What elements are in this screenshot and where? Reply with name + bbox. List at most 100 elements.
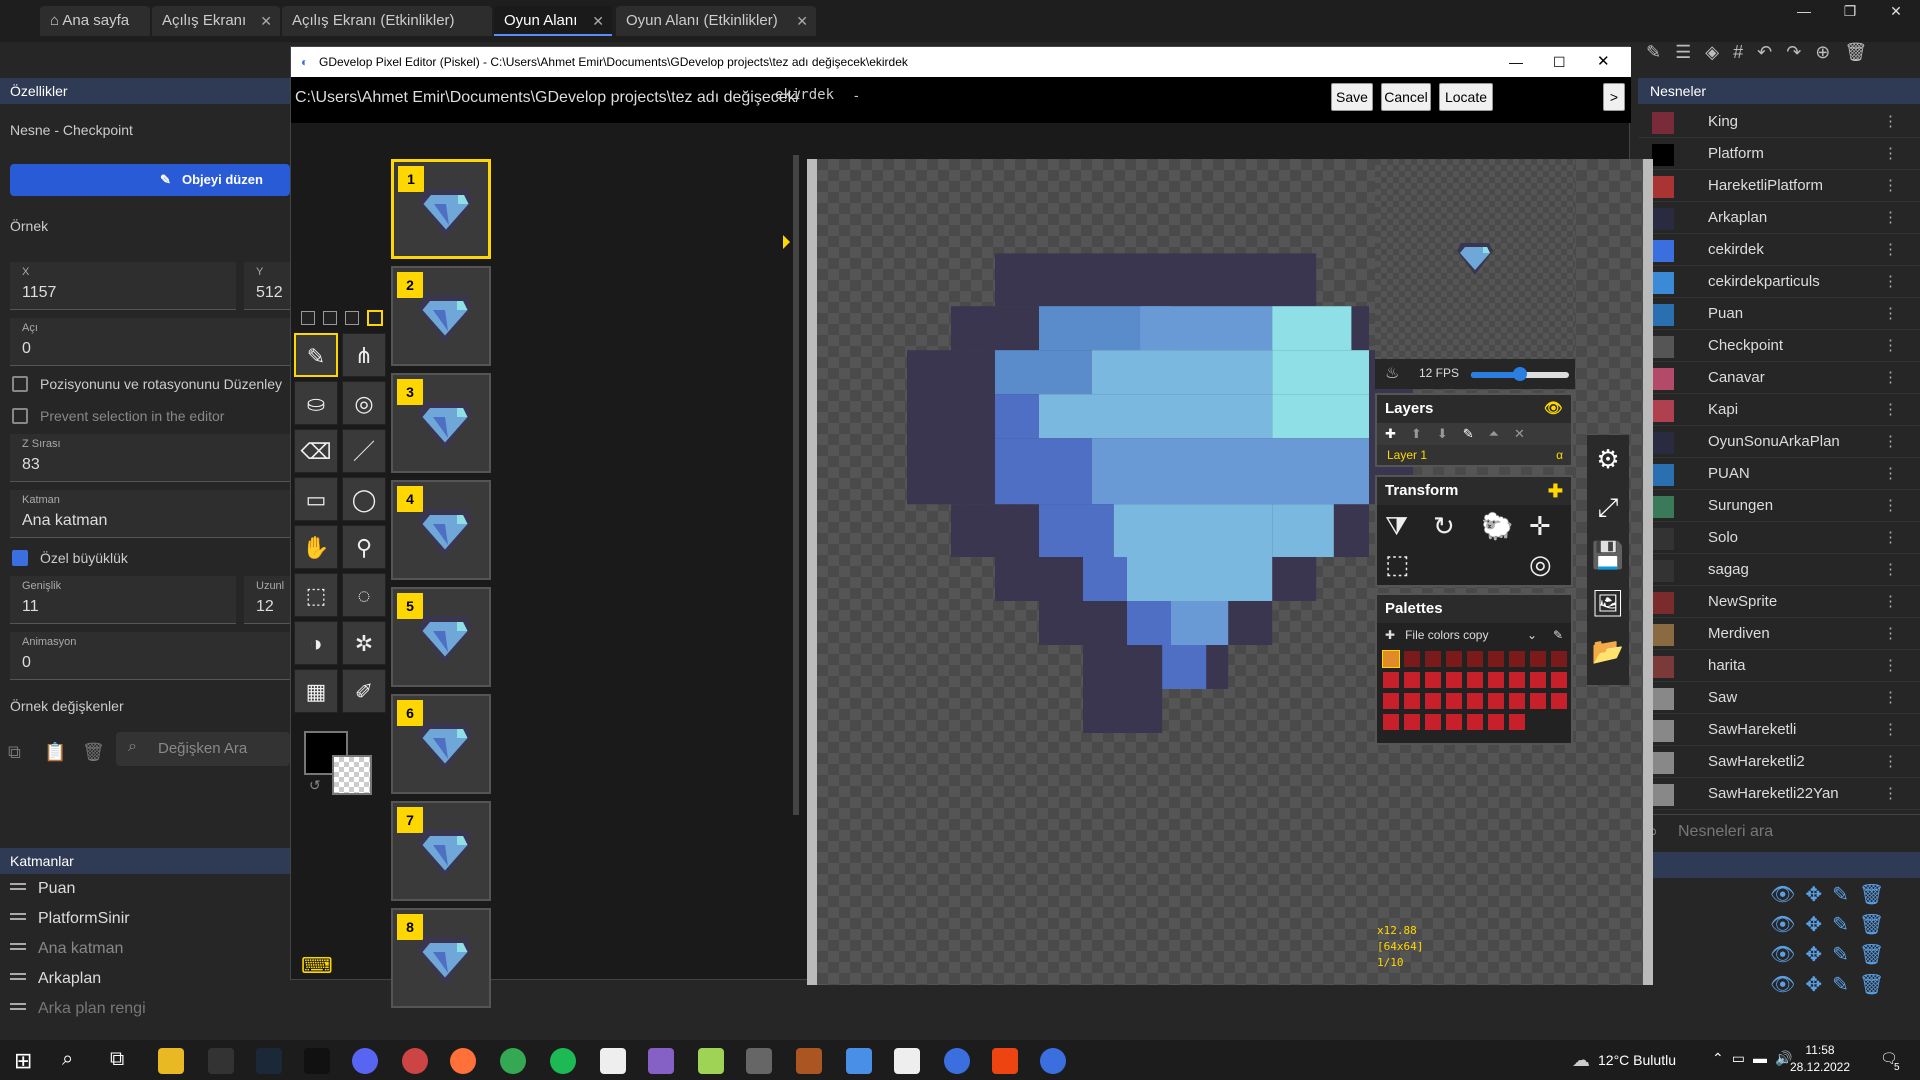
more-options-icon[interactable]: ⋮ [1883, 138, 1898, 170]
edit-icon[interactable]: ✎ [1646, 42, 1675, 62]
pen-size-3[interactable] [345, 311, 359, 325]
delete-icon[interactable]: 🗑 [82, 742, 105, 763]
zoom-icon[interactable]: ⊕ [1815, 42, 1844, 62]
more-options-icon[interactable]: ⋮ [1883, 682, 1898, 714]
frame-thumbnail[interactable]: 7 [391, 801, 491, 901]
layer-row[interactable]: Ana katman [0, 934, 290, 964]
palette-color-swatch[interactable] [1488, 714, 1504, 730]
trash-icon[interactable]: 🗑 [1859, 974, 1894, 996]
move-icon[interactable]: ✥ [1805, 944, 1832, 966]
palette-color-swatch[interactable] [1467, 693, 1483, 709]
palette-color-swatch[interactable] [1467, 651, 1483, 667]
eye-icon[interactable]: 👁 [1770, 884, 1805, 906]
open-folder-icon[interactable]: 📂 [1587, 627, 1629, 675]
object-item[interactable]: SawHareketli22Yan ⋮ [1638, 778, 1920, 810]
paint-bucket-icon[interactable]: ⛀ [294, 381, 338, 425]
z-order-field[interactable]: Z Sırası 83 [10, 434, 290, 482]
circle-tool-icon[interactable]: ◯ [342, 477, 386, 521]
object-item[interactable]: harita ⋮ [1638, 650, 1920, 682]
move-layer-up-icon[interactable]: ⬆ [1411, 426, 1437, 441]
tab-acilis-events[interactable]: Açılış Ekranı (Etkinlikler) [282, 6, 492, 36]
frame-thumbnail[interactable]: 8 [391, 908, 491, 1008]
layer-row[interactable]: Arkaplan [0, 964, 290, 994]
settings-icon[interactable]: ⚙ [1587, 435, 1629, 483]
more-options-icon[interactable]: ⋮ [1883, 778, 1898, 810]
drag-handle-icon[interactable] [10, 973, 26, 975]
object-item[interactable]: cekirdek ⋮ [1638, 234, 1920, 266]
fps-slider[interactable] [1471, 367, 1569, 381]
pen-size-4[interactable] [367, 310, 383, 326]
palette-color-swatch[interactable] [1488, 672, 1504, 688]
paint-all-icon[interactable]: ◎ [342, 381, 386, 425]
palette-color-swatch[interactable] [1446, 693, 1462, 709]
restore-icon[interactable]: ❐ [1828, 0, 1872, 22]
drag-handle-icon[interactable] [10, 913, 26, 915]
tab-home[interactable]: ⌂ Ana sayfa [40, 6, 150, 36]
edit-palette-icon[interactable]: ✎ [1553, 623, 1563, 647]
pen-tool-icon[interactable]: ✎ [294, 333, 338, 377]
undo-icon[interactable]: ↶ [1757, 42, 1786, 62]
rename-layer-icon[interactable]: ✎ [1463, 426, 1489, 441]
palette-color-swatch[interactable] [1404, 651, 1420, 667]
palette-color-swatch[interactable] [1425, 693, 1441, 709]
notepad-icon[interactable] [698, 1048, 724, 1074]
frame-thumbnail[interactable]: 5 [391, 587, 491, 687]
close-icon[interactable]: ✕ [592, 6, 604, 36]
object-item[interactable]: sagag ⋮ [1638, 554, 1920, 586]
palette-color-swatch[interactable] [1425, 714, 1441, 730]
edit-object-button[interactable]: ✎ Objeyi düzen [10, 164, 290, 196]
clock-date[interactable]: 28.12.2022 [1784, 1060, 1856, 1074]
more-options-icon[interactable]: ⋮ [1883, 426, 1898, 458]
more-button[interactable]: > [1603, 83, 1625, 111]
eye-off-icon[interactable]: 👁 [1770, 914, 1805, 936]
close-icon[interactable]: ✕ [1597, 47, 1610, 77]
height-field[interactable]: Uzunl 12 [244, 576, 290, 624]
palette-color-swatch[interactable] [1467, 714, 1483, 730]
chevron-down-icon[interactable]: ⌄ [1527, 623, 1537, 647]
redo-icon[interactable]: ↷ [1786, 42, 1815, 62]
object-item[interactable]: NewSprite ⋮ [1638, 586, 1920, 618]
maximize-icon[interactable]: ☐ [1553, 47, 1566, 77]
gdevelop-active-icon[interactable] [1040, 1048, 1066, 1074]
add-layer-icon[interactable]: ✚ [1385, 426, 1411, 441]
file-explorer-icon[interactable] [158, 1048, 184, 1074]
more-options-icon[interactable]: ⋮ [1883, 266, 1898, 298]
more-options-icon[interactable]: ⋮ [1883, 586, 1898, 618]
layer-row[interactable]: PlatformSinir [0, 904, 290, 934]
file-name-input[interactable]: ekirdek [775, 87, 834, 103]
object-item[interactable]: Checkpoint ⋮ [1638, 330, 1920, 362]
object-item[interactable]: Surungen ⋮ [1638, 490, 1920, 522]
trash-icon[interactable]: 🗑 [1844, 42, 1881, 62]
save-icon[interactable]: 💾 [1587, 531, 1629, 579]
move-icon[interactable]: ✥ [1805, 974, 1832, 996]
eye-icon[interactable]: 👁 [1770, 974, 1805, 996]
clone-icon[interactable]: 🐑 [1481, 511, 1513, 542]
object-item[interactable]: Kapi ⋮ [1638, 394, 1920, 426]
close-icon[interactable]: ✕ [796, 6, 808, 36]
palette-color-swatch[interactable] [1446, 672, 1462, 688]
animation-field[interactable]: Animasyon 0 [10, 632, 290, 680]
object-item[interactable]: PUAN ⋮ [1638, 458, 1920, 490]
minimize-icon[interactable]: — [1509, 47, 1523, 77]
move-layer-down-icon[interactable]: ⬇ [1437, 426, 1463, 441]
frame-thumbnail[interactable]: 6 [391, 694, 491, 794]
add-transform-icon[interactable]: ✚ [1548, 477, 1563, 505]
visual-studio-icon[interactable] [648, 1048, 674, 1074]
object-item[interactable]: Solo ⋮ [1638, 522, 1920, 554]
edit-icon[interactable]: ✎ [1832, 944, 1859, 966]
tab-acilis[interactable]: Açılış Ekranı ✕ [152, 6, 280, 36]
palette-color-swatch[interactable] [1467, 672, 1483, 688]
palette-color-swatch[interactable] [1551, 693, 1567, 709]
object-item[interactable]: Platform ⋮ [1638, 138, 1920, 170]
more-options-icon[interactable]: ⋮ [1883, 234, 1898, 266]
layers-icon[interactable]: ◈ [1705, 42, 1733, 62]
app-icon[interactable] [402, 1048, 428, 1074]
pen-size-1[interactable] [301, 311, 315, 325]
object-item[interactable]: SawHareketli ⋮ [1638, 714, 1920, 746]
swap-colors-icon[interactable]: ↺ [309, 777, 321, 794]
palette-selector[interactable]: ✚ File colors copy ⌄ ✎ [1377, 623, 1571, 647]
spotify-icon[interactable] [550, 1048, 576, 1074]
move-icon[interactable]: ✥ [1805, 884, 1832, 906]
eraser-icon[interactable]: ⌫ [294, 429, 338, 473]
x-field[interactable]: X 1157 [10, 262, 236, 310]
